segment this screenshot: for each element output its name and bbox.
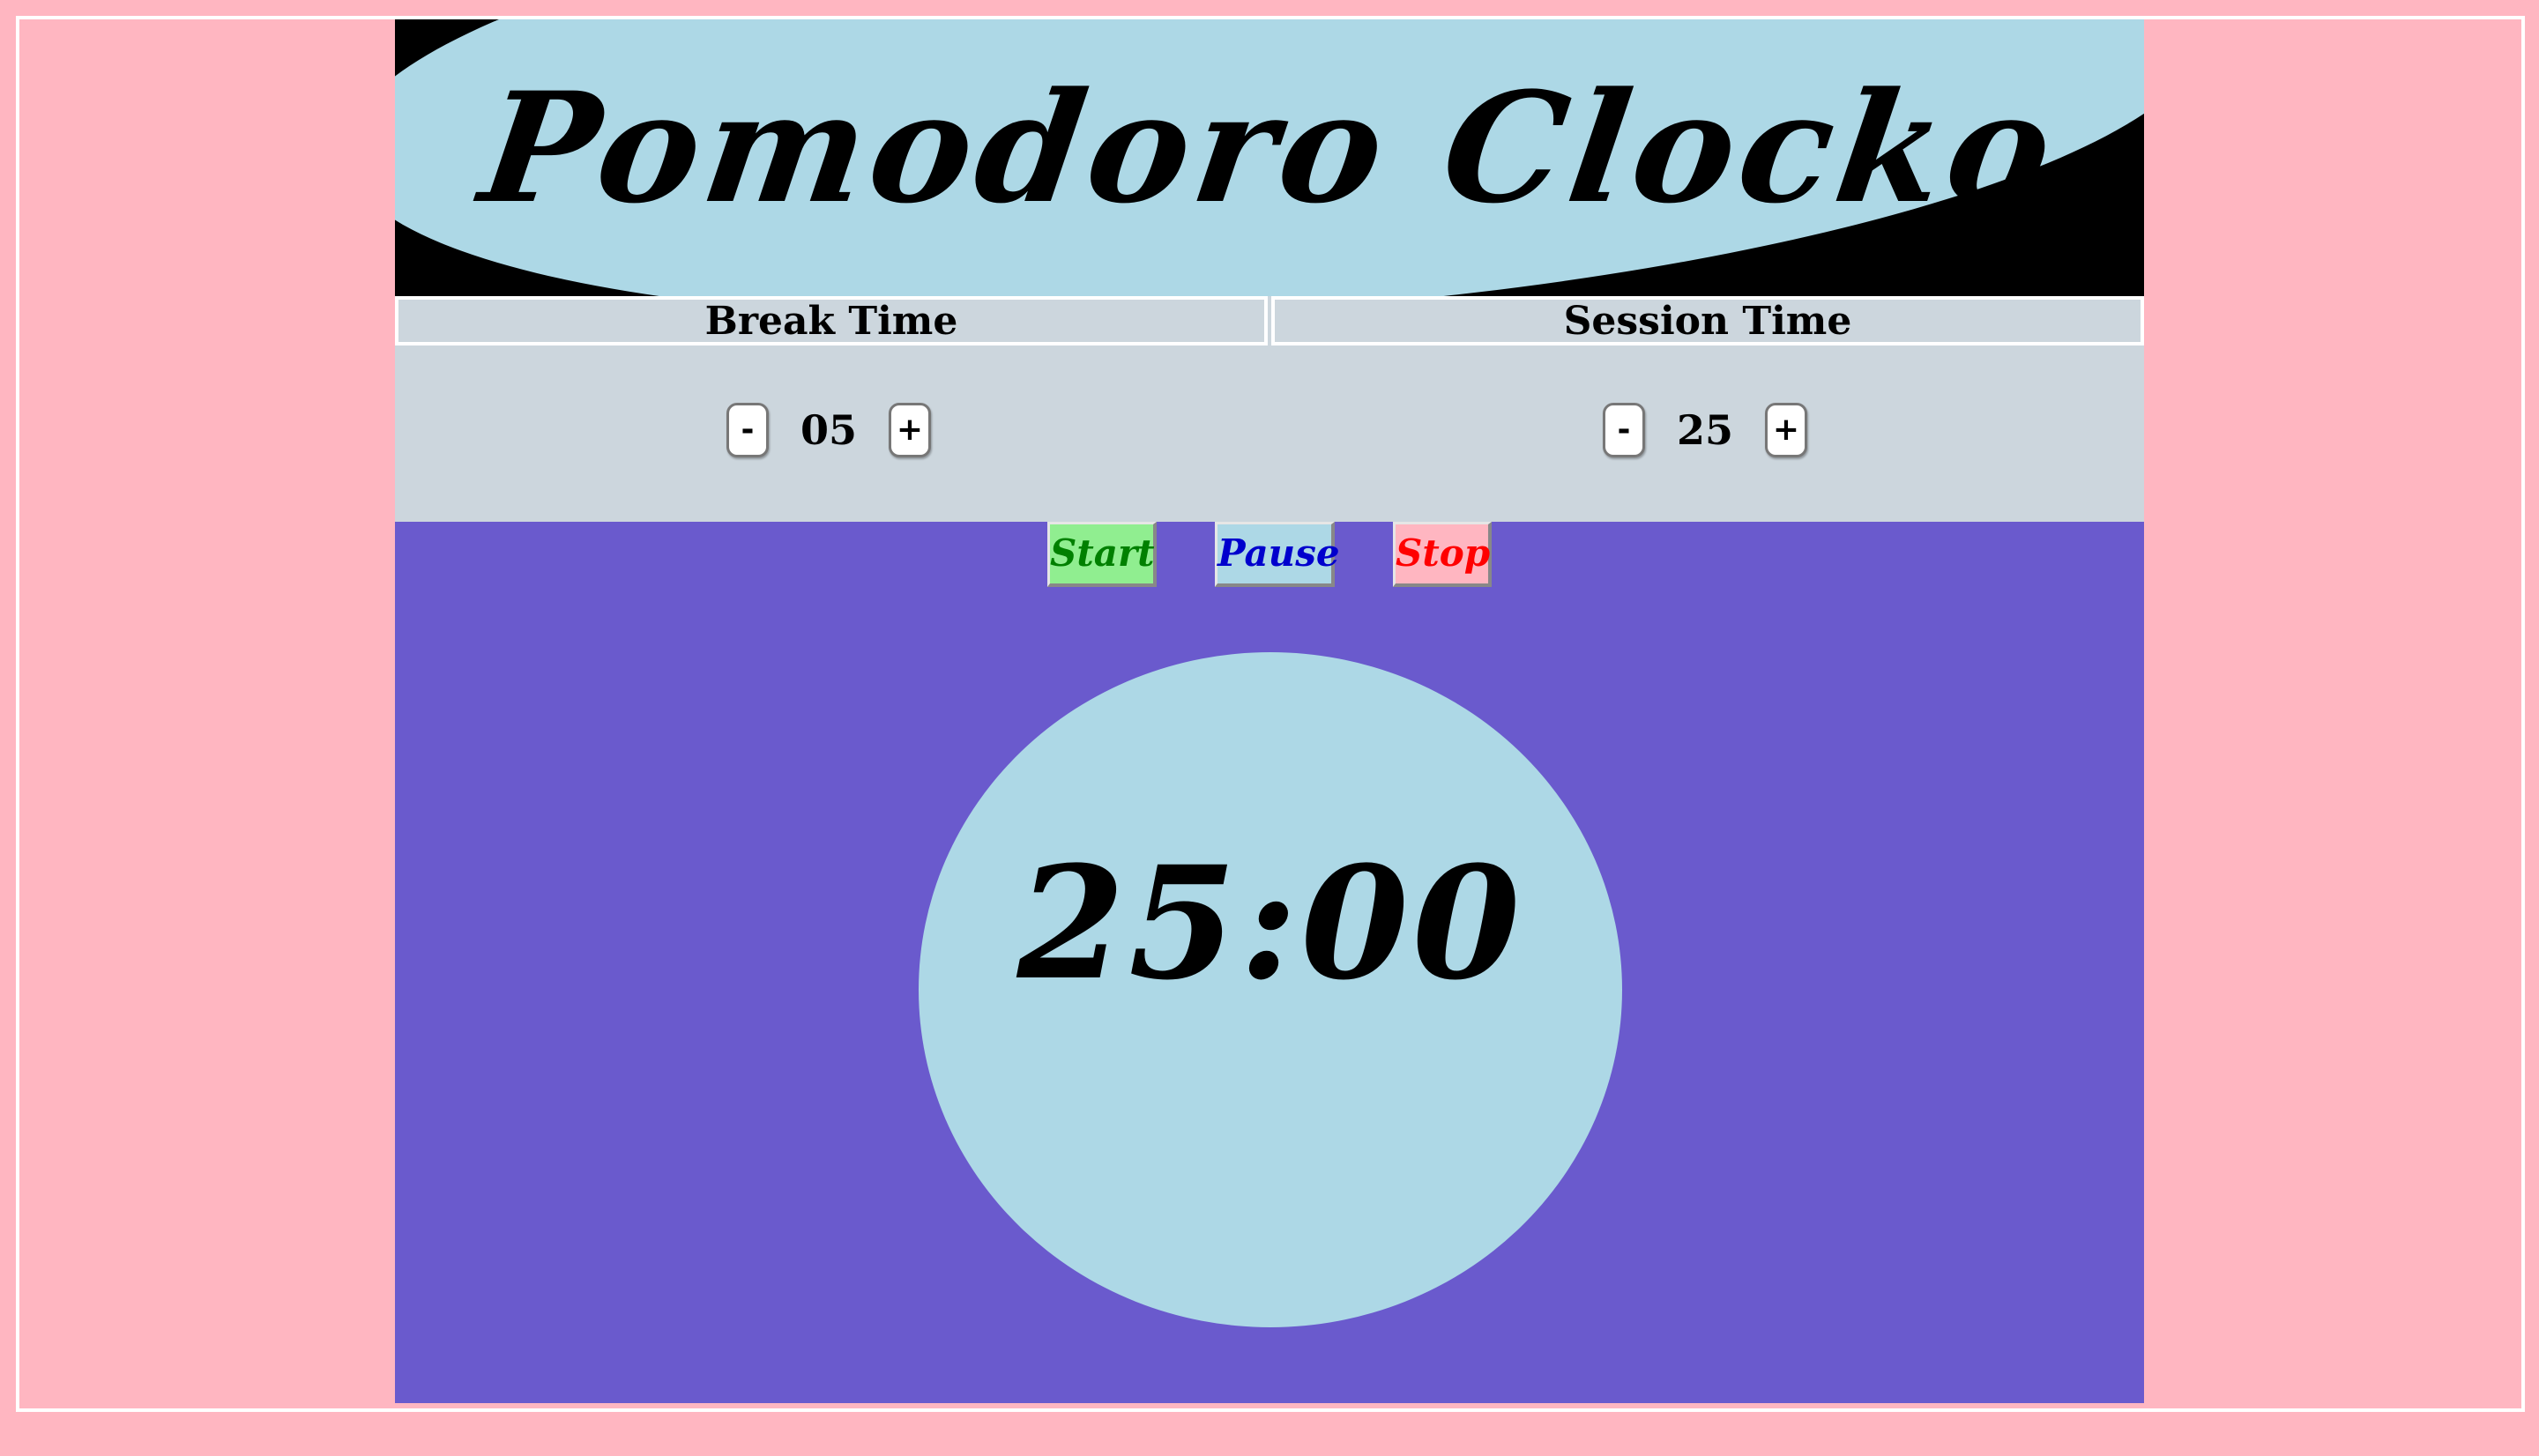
settings-panel: Break Time Session Time - 05 + - 25 + bbox=[395, 296, 2144, 522]
clock-face: 25:00 bbox=[919, 652, 1622, 1327]
session-time-stepper: - 25 + bbox=[1603, 402, 1807, 458]
page-title: Pomodoro Clocko bbox=[471, 58, 2068, 237]
clock-time-display: 25:00 bbox=[1016, 832, 1524, 1014]
break-time-stepper: - 05 + bbox=[726, 402, 931, 458]
pause-button[interactable]: Pause bbox=[1215, 522, 1340, 587]
break-decrement-button[interactable]: - bbox=[726, 403, 769, 457]
break-increment-button[interactable]: + bbox=[889, 403, 931, 457]
session-time-value: 25 bbox=[1676, 406, 1733, 454]
session-increment-button[interactable]: + bbox=[1765, 403, 1807, 457]
start-button[interactable]: Start bbox=[1047, 522, 1157, 587]
break-time-value: 05 bbox=[800, 406, 857, 454]
header-banner: Pomodoro Clocko bbox=[395, 19, 2144, 296]
pomodoro-app: Pomodoro Clocko Break Time Session Time … bbox=[395, 19, 2144, 1403]
session-decrement-button[interactable]: - bbox=[1603, 403, 1645, 457]
stop-button[interactable]: Stop bbox=[1393, 522, 1492, 587]
break-time-label: Break Time bbox=[395, 296, 1268, 345]
session-time-label: Session Time bbox=[1271, 296, 2144, 345]
timer-controls: Start Pause Stop bbox=[395, 522, 2144, 589]
